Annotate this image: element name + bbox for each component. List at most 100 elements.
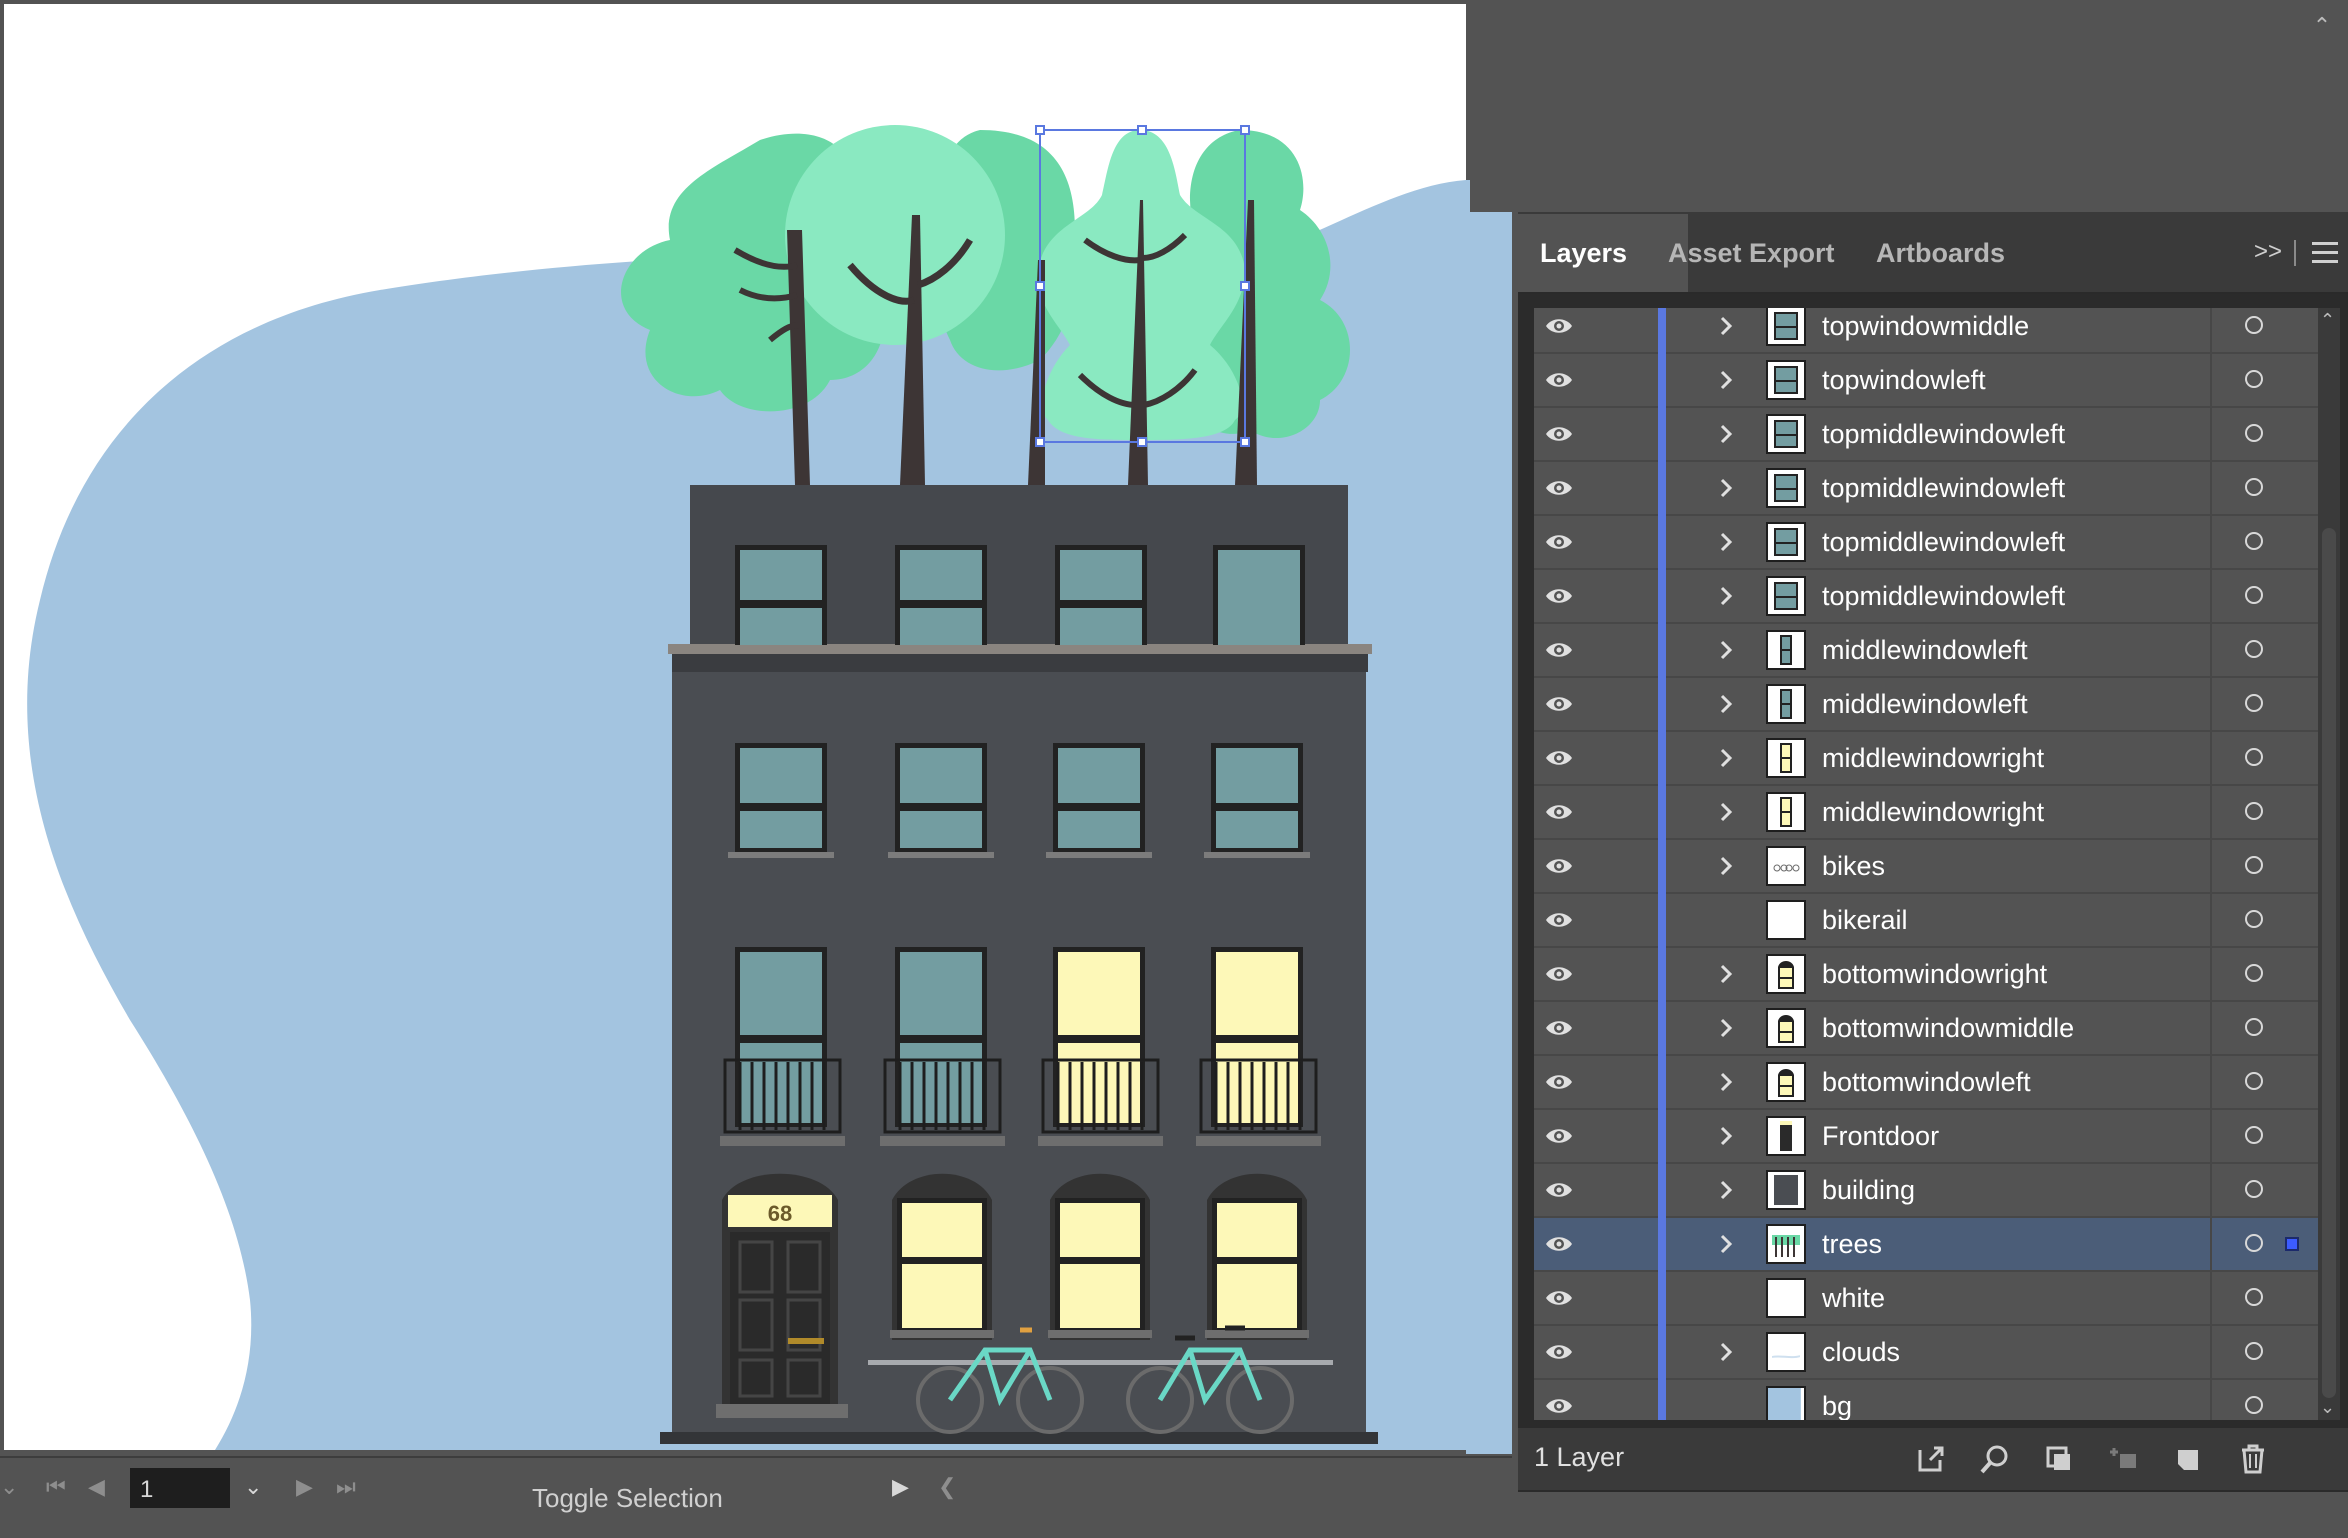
expand-chevron-icon[interactable] [1714, 690, 1738, 718]
layer-name[interactable]: building [1822, 1164, 1915, 1216]
layer-name[interactable]: topmiddlewindowleft [1822, 570, 2065, 622]
layer-name[interactable]: topmiddlewindowleft [1822, 516, 2065, 568]
target-circle-icon[interactable] [2245, 1018, 2263, 1036]
expand-chevron-icon[interactable] [1714, 1338, 1738, 1366]
target-circle-icon[interactable] [2245, 910, 2263, 928]
first-artboard-icon[interactable]: ⏮ [46, 1474, 66, 1500]
layer-row-bottomwindowmiddle[interactable]: bottomwindowmiddle [1534, 1002, 2318, 1056]
visibility-eye-icon[interactable] [1544, 746, 1574, 770]
layer-row-bg[interactable]: bg [1534, 1380, 2318, 1420]
trash-icon[interactable] [2236, 1442, 2270, 1476]
target-circle-icon[interactable] [2245, 856, 2263, 874]
make-clipping-mask-icon[interactable] [2042, 1442, 2076, 1476]
layer-name[interactable]: middlewindowright [1822, 732, 2044, 784]
target-circle-icon[interactable] [2245, 532, 2263, 550]
target-circle-icon[interactable] [2245, 586, 2263, 604]
layer-name[interactable]: topwindowleft [1822, 354, 1986, 406]
layer-row-middlewindowleft[interactable]: middlewindowleft [1534, 624, 2318, 678]
layer-row-middlewindowright[interactable]: middlewindowright [1534, 786, 2318, 840]
expand-chevron-icon[interactable] [1714, 960, 1738, 988]
target-circle-icon[interactable] [2245, 640, 2263, 658]
target-circle-icon[interactable] [2245, 316, 2263, 334]
layer-row-building[interactable]: building [1534, 1164, 2318, 1218]
layer-row-bikerail[interactable]: bikerail [1534, 894, 2318, 948]
previous-artboard-icon[interactable]: ◀ [88, 1474, 105, 1500]
target-circle-icon[interactable] [2245, 1234, 2263, 1252]
layer-name[interactable]: clouds [1822, 1326, 1900, 1378]
layer-name[interactable]: topwindowmiddle [1822, 308, 2029, 352]
status-play-icon[interactable]: ▶ [892, 1474, 909, 1500]
visibility-eye-icon[interactable] [1544, 908, 1574, 932]
target-circle-icon[interactable] [2245, 964, 2263, 982]
visibility-eye-icon[interactable] [1544, 854, 1574, 878]
layer-row-white[interactable]: white [1534, 1272, 2318, 1326]
layer-name[interactable]: middlewindowright [1822, 786, 2044, 838]
locate-object-icon[interactable] [1978, 1442, 2012, 1476]
visibility-eye-icon[interactable] [1544, 1016, 1574, 1040]
artboard-dropdown-icon[interactable]: ⌄ [244, 1474, 262, 1500]
scroll-down-icon[interactable]: ⌄ [2320, 1397, 2335, 1418]
layer-name[interactable]: white [1822, 1272, 1885, 1324]
expand-chevron-icon[interactable] [1714, 1014, 1738, 1042]
layer-row-frontdoor[interactable]: Frontdoor [1534, 1110, 2318, 1164]
expand-chevron-icon[interactable] [1714, 420, 1738, 448]
visibility-eye-icon[interactable] [1544, 1124, 1574, 1148]
visibility-eye-icon[interactable] [1544, 1286, 1574, 1310]
layer-row-middlewindowright[interactable]: middlewindowright [1534, 732, 2318, 786]
target-circle-icon[interactable] [2245, 1126, 2263, 1144]
visibility-eye-icon[interactable] [1544, 1070, 1574, 1094]
target-circle-icon[interactable] [2245, 1180, 2263, 1198]
scroll-up-icon[interactable]: ⌃ [2320, 310, 2335, 331]
layer-name[interactable]: Frontdoor [1822, 1110, 1939, 1162]
layer-row-topwindowleft[interactable]: topwindowleft [1534, 354, 2318, 408]
expand-chevron-icon[interactable] [1714, 1176, 1738, 1204]
visibility-eye-icon[interactable] [1544, 530, 1574, 554]
visibility-eye-icon[interactable] [1544, 476, 1574, 500]
visibility-eye-icon[interactable] [1544, 1232, 1574, 1256]
visibility-eye-icon[interactable] [1544, 1394, 1574, 1418]
layer-row-clouds[interactable]: clouds [1534, 1326, 2318, 1380]
tab-artboards[interactable]: Artboards [1854, 214, 2027, 292]
toggle-selection-label[interactable]: Toggle Selection [532, 1458, 723, 1514]
expand-chevron-icon[interactable] [1714, 798, 1738, 826]
target-circle-icon[interactable] [2245, 1072, 2263, 1090]
expand-chevron-icon[interactable] [1714, 852, 1738, 880]
canvas-scroll-up-icon[interactable]: ⌃ [2310, 14, 2334, 38]
layer-name[interactable]: middlewindowleft [1822, 678, 2028, 730]
layer-row-middlewindowleft[interactable]: middlewindowleft [1534, 678, 2318, 732]
layer-name[interactable]: bikes [1822, 840, 1885, 892]
visibility-eye-icon[interactable] [1544, 638, 1574, 662]
layer-row-topwindowmiddle[interactable]: topwindowmiddle [1534, 308, 2318, 354]
layer-name[interactable]: bg [1822, 1380, 1852, 1420]
visibility-eye-icon[interactable] [1544, 584, 1574, 608]
layer-name[interactable]: bottomwindowleft [1822, 1056, 2031, 1108]
layer-name[interactable]: topmiddlewindowleft [1822, 462, 2065, 514]
visibility-eye-icon[interactable] [1544, 368, 1574, 392]
layer-row-topmiddlewindowleft[interactable]: topmiddlewindowleft [1534, 516, 2318, 570]
selection-indicator-icon[interactable] [2285, 1237, 2299, 1251]
panel-menu-icon[interactable] [2312, 242, 2338, 264]
visibility-eye-icon[interactable] [1544, 1340, 1574, 1364]
visibility-eye-icon[interactable] [1544, 692, 1574, 716]
expand-chevron-icon[interactable] [1714, 636, 1738, 664]
visibility-eye-icon[interactable] [1544, 422, 1574, 446]
layer-row-topmiddlewindowleft[interactable]: topmiddlewindowleft [1534, 462, 2318, 516]
status-scroll-left-icon[interactable]: ❮ [938, 1474, 956, 1500]
expand-chevron-icon[interactable] [1714, 528, 1738, 556]
expand-chevron-icon[interactable] [1714, 1230, 1738, 1258]
expand-chevron-icon[interactable] [1714, 582, 1738, 610]
next-artboard-icon[interactable]: ▶ [296, 1474, 313, 1500]
expand-chevron-icon[interactable] [1714, 474, 1738, 502]
create-sublayer-icon[interactable] [2106, 1442, 2140, 1476]
target-circle-icon[interactable] [2245, 424, 2263, 442]
zoom-dropdown-icon[interactable]: ⌄ [0, 1474, 18, 1500]
layer-name[interactable]: bottomwindowmiddle [1822, 1002, 2074, 1054]
tab-asset-export[interactable]: Asset Export [1646, 214, 1857, 292]
artboard[interactable]: 68 [0, 0, 1512, 1454]
target-circle-icon[interactable] [2245, 694, 2263, 712]
visibility-eye-icon[interactable] [1544, 800, 1574, 824]
layer-name[interactable]: middlewindowleft [1822, 624, 2028, 676]
target-circle-icon[interactable] [2245, 802, 2263, 820]
expand-chevron-icon[interactable] [1714, 1122, 1738, 1150]
visibility-eye-icon[interactable] [1544, 314, 1574, 338]
